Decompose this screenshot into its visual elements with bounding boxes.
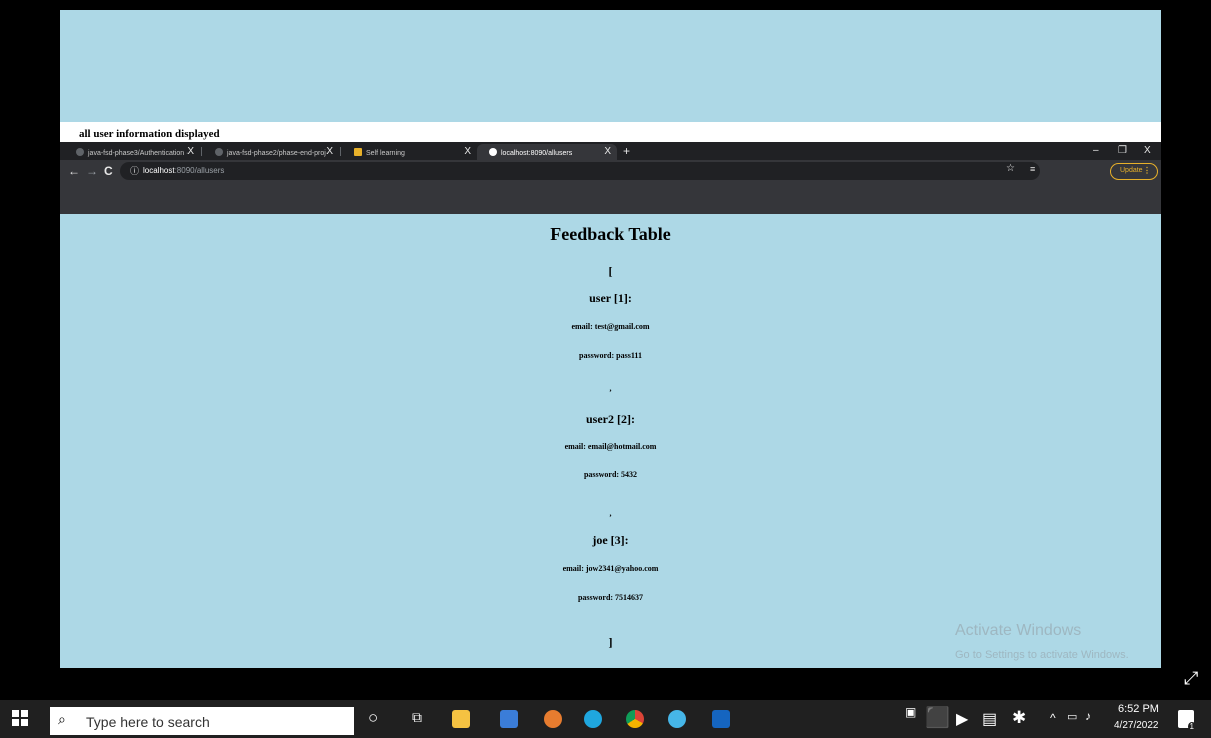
- chrome-canary-icon[interactable]: [668, 710, 686, 728]
- url-path: :8090/allusers: [174, 166, 225, 175]
- tab-label: localhost:8090/allusers: [501, 150, 573, 157]
- photos-icon[interactable]: [712, 710, 730, 728]
- network-icon[interactable]: ▭: [1067, 710, 1077, 723]
- taskbar-search-box[interactable]: ⌕ Type here to search: [50, 707, 354, 735]
- tab-allusers[interactable]: localhost:8090/allusers X: [477, 144, 617, 160]
- notification-icon[interactable]: 1: [1178, 710, 1196, 731]
- separator: ,: [609, 509, 612, 518]
- camera-icon[interactable]: ⬛: [925, 705, 950, 730]
- top-black-band: [0, 0, 1211, 10]
- screenshot-page: all user information displayed java-fsd-…: [60, 10, 1161, 668]
- reading-list-icon[interactable]: ≡: [1030, 164, 1035, 174]
- tab-authentication[interactable]: java-fsd-phase3/Authentication · X: [64, 144, 200, 160]
- user-password: password: pass111: [579, 351, 642, 360]
- notification-count: 1: [1187, 722, 1196, 731]
- tab-close-icon[interactable]: X: [326, 146, 333, 157]
- info-icon[interactable]: ⓘ: [130, 164, 139, 177]
- page-content: Feedback Table [ user [1]: email: test@g…: [60, 214, 1161, 668]
- new-tab-button[interactable]: +: [623, 144, 630, 158]
- tab-label: java-fsd-phase2/phase-end-proj·: [227, 150, 329, 157]
- tab-self-learning[interactable]: Self learning X: [342, 144, 477, 160]
- gallery-icon[interactable]: ▤: [982, 709, 997, 729]
- tab-close-icon[interactable]: X: [604, 146, 611, 157]
- tab-close-icon[interactable]: X: [187, 146, 194, 157]
- tab-close-icon[interactable]: X: [464, 146, 471, 157]
- globe-icon: [489, 148, 497, 156]
- expand-arrow-icon[interactable]: ⤢: [1184, 668, 1198, 689]
- github-icon: [76, 148, 84, 156]
- tab-label: java-fsd-phase3/Authentication ·: [88, 150, 189, 157]
- user-heading: user [1]:: [589, 291, 632, 305]
- user-password: password: 7514637: [577, 593, 644, 602]
- update-button[interactable]: Update ⋮: [1110, 163, 1158, 180]
- open-bracket: [: [608, 264, 613, 278]
- snip-icon[interactable]: ▣: [905, 705, 916, 719]
- user-heading: joe [3]:: [592, 533, 629, 547]
- windows-taskbar: ⌕ Type here to search ○ ⧉ ▣ ⬛ ▶ ▤ ✱ ^ ▭ …: [0, 700, 1211, 738]
- bookmarks-bar: [60, 184, 1161, 214]
- self-learning-icon: [354, 148, 362, 156]
- chrome-icon[interactable]: [626, 710, 644, 728]
- forward-arrow-icon[interactable]: →: [86, 164, 98, 178]
- settings-gear-icon[interactable]: ✱: [1012, 708, 1026, 728]
- search-placeholder: Type here to search: [86, 714, 210, 730]
- tab-separator: [340, 147, 341, 156]
- tab-separator: [201, 147, 202, 156]
- user-email: email: jow2341@yahoo.com: [562, 564, 659, 573]
- app-icon[interactable]: [544, 710, 562, 728]
- activate-windows-title: Activate Windows: [955, 622, 1082, 639]
- cortana-icon[interactable]: ○: [368, 708, 378, 728]
- address-bar[interactable]: ⓘ localhost:8090/allusers: [120, 162, 1040, 180]
- url-host: localhost: [143, 166, 175, 175]
- search-icon: ⌕: [58, 711, 66, 727]
- video-icon[interactable]: ▶: [956, 709, 968, 729]
- close-window-button[interactable]: X: [1144, 145, 1151, 156]
- minimize-button[interactable]: –: [1093, 145, 1099, 156]
- bookmark-star-icon[interactable]: ☆: [1006, 163, 1015, 174]
- windows-start-icon[interactable]: [12, 710, 28, 726]
- separator: ,: [609, 384, 612, 393]
- file-explorer-icon[interactable]: [452, 710, 470, 728]
- tab-phase-end-project[interactable]: java-fsd-phase2/phase-end-proj· X: [203, 144, 339, 160]
- header-blue-area: [60, 10, 1161, 122]
- activate-windows-subtitle: Go to Settings to activate Windows.: [955, 649, 1129, 661]
- store-icon[interactable]: [500, 710, 518, 728]
- user-email: email: test@gmail.com: [571, 322, 650, 331]
- browser-window: java-fsd-phase3/Authentication · X java-…: [60, 142, 1161, 214]
- tab-strip: java-fsd-phase3/Authentication · X java-…: [60, 142, 1161, 160]
- edge-icon[interactable]: [584, 710, 602, 728]
- page-title: Feedback Table: [550, 224, 671, 244]
- menu-dots-icon[interactable]: ⋮: [1143, 166, 1151, 175]
- volume-icon[interactable]: ♪: [1085, 709, 1091, 723]
- task-view-icon[interactable]: ⧉: [412, 709, 422, 726]
- url-text: localhost:8090/allusers: [143, 166, 224, 175]
- clock-date[interactable]: 4/27/2022: [1114, 720, 1159, 731]
- reload-icon[interactable]: C: [104, 164, 113, 178]
- tab-label: Self learning: [366, 150, 405, 157]
- browser-toolbar: ← → C ⓘ localhost:8090/allusers ☆ ≡ Upda…: [60, 160, 1161, 184]
- back-arrow-icon[interactable]: ←: [68, 164, 80, 178]
- restore-button[interactable]: ❐: [1118, 145, 1127, 156]
- update-label: Update: [1120, 167, 1143, 174]
- user-password: password: 5432: [583, 470, 638, 479]
- caption-text: all user information displayed: [79, 128, 220, 140]
- chevron-up-icon[interactable]: ^: [1050, 711, 1056, 725]
- github-icon: [215, 148, 223, 156]
- clock-time[interactable]: 6:52 PM: [1118, 703, 1159, 715]
- user-heading: user2 [2]:: [586, 412, 635, 426]
- user-email: email: email@hotmail.com: [564, 442, 657, 451]
